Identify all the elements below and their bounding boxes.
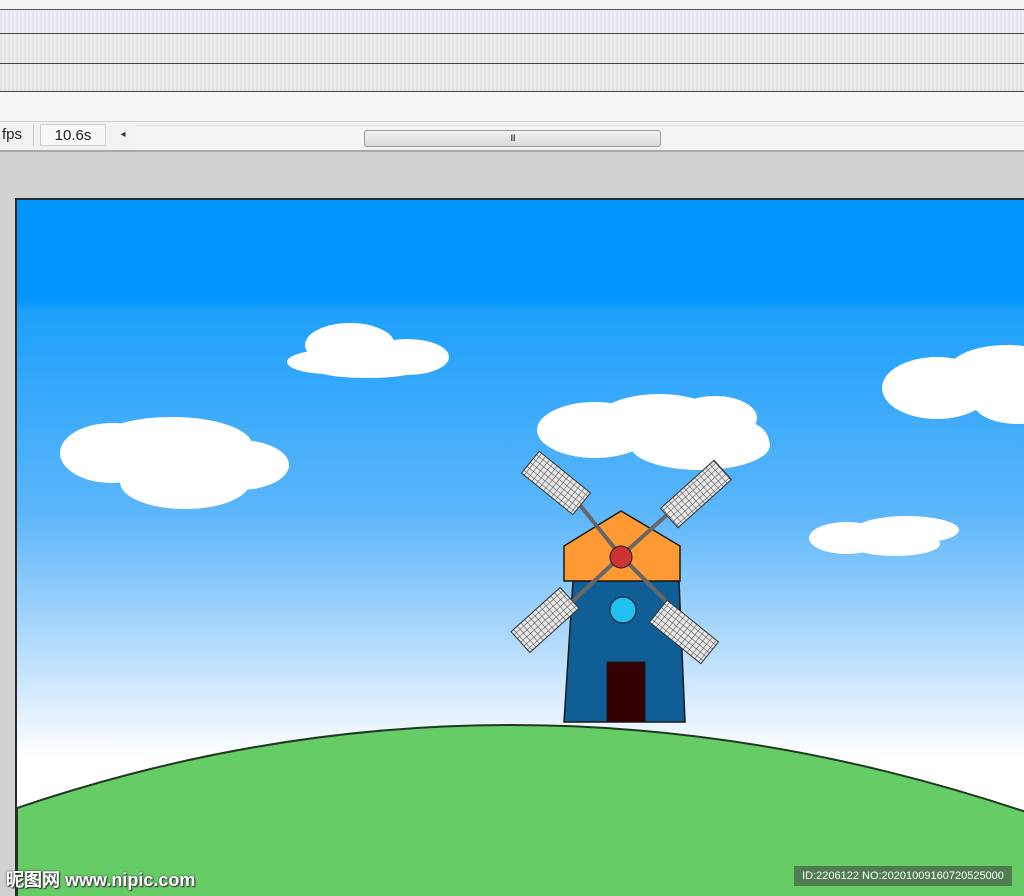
stage-canvas[interactable] — [15, 198, 1024, 896]
timeline-status-bar: fps 10.6s ◂ III — [0, 122, 1024, 152]
site-watermark: 昵图网 www.nipic.com — [6, 870, 196, 890]
timeline-layer-row[interactable] — [0, 10, 1024, 34]
frame-rate-label[interactable]: fps — [0, 124, 34, 146]
scrollbar-thumb[interactable]: III — [364, 130, 661, 147]
scroll-left-arrow-icon[interactable]: ◂ — [112, 125, 134, 145]
image-id-watermark: ID:2206122 NO:20201009160720525000 — [794, 866, 1012, 886]
horizontal-scrollbar[interactable]: III — [136, 125, 1024, 147]
windmill-window — [609, 596, 637, 624]
timeline-layer-row[interactable] — [0, 34, 1024, 64]
windmill-hub — [609, 545, 633, 569]
stage-workspace — [0, 152, 1024, 896]
elapsed-time-field[interactable]: 10.6s — [40, 124, 106, 146]
windmill-door — [606, 661, 646, 723]
menu-bar — [0, 0, 1024, 10]
windmill-scene — [17, 200, 1024, 896]
timeline-empty-row — [0, 92, 1024, 122]
timeline-layer-row[interactable] — [0, 64, 1024, 92]
